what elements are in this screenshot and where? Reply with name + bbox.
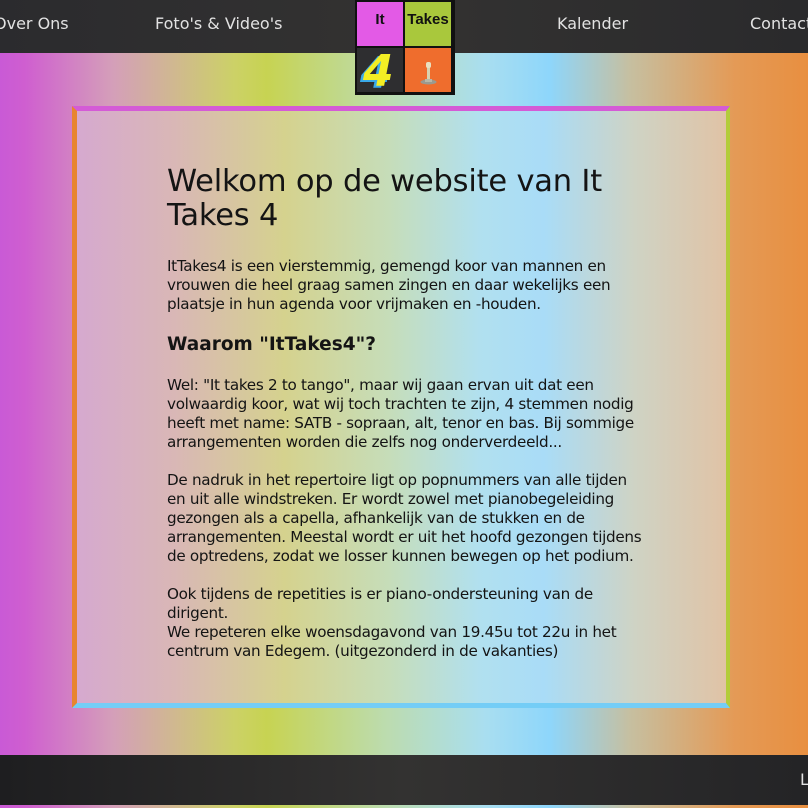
logo-word-it: It [375, 11, 385, 28]
logo-microphone-tile [405, 48, 451, 92]
logo-it-tile: It [357, 2, 403, 46]
nav-item-kalender[interactable]: Kalender [557, 14, 628, 34]
logo-four-tile: 4 [357, 48, 403, 92]
nav-item-fotos-videos[interactable]: Foto's & Video's [155, 14, 282, 34]
nav-item-contact[interactable]: Contact [750, 14, 808, 34]
page-title: Welkom op de website van It Takes 4 [167, 164, 602, 233]
section-heading: Waarom "ItTakes4"? [167, 334, 376, 355]
footer-link[interactable]: L [800, 770, 808, 789]
nav-item-over-ons[interactable]: Over Ons [0, 14, 69, 34]
paragraph-rehearsal-piano: Ook tijdens de repetities is er piano-on… [167, 585, 593, 622]
paragraph-repertoire: De nadruk in het repertoire ligt op popn… [167, 471, 642, 565]
logo-digit-four: 4 [363, 48, 394, 92]
welcome-content: Welkom op de website van It Takes 4 ItTa… [167, 165, 647, 661]
logo-word-takes: Takes [407, 11, 449, 28]
paragraph-rehearsal-schedule: We repeteren elke woensdagavond van 19.4… [167, 623, 617, 660]
logo-takes-tile: Takes [405, 2, 451, 46]
site-logo[interactable]: It Takes 4 [355, 0, 455, 95]
welcome-panel: Welkom op de website van It Takes 4 ItTa… [72, 106, 730, 708]
paragraph-name-meaning: Wel: "It takes 2 to tango", maar wij gaa… [167, 376, 634, 451]
intro-paragraph: ItTakes4 is een vierstemmig, gemengd koo… [167, 257, 611, 313]
microphone-icon [420, 62, 437, 85]
footer: L [0, 755, 808, 805]
